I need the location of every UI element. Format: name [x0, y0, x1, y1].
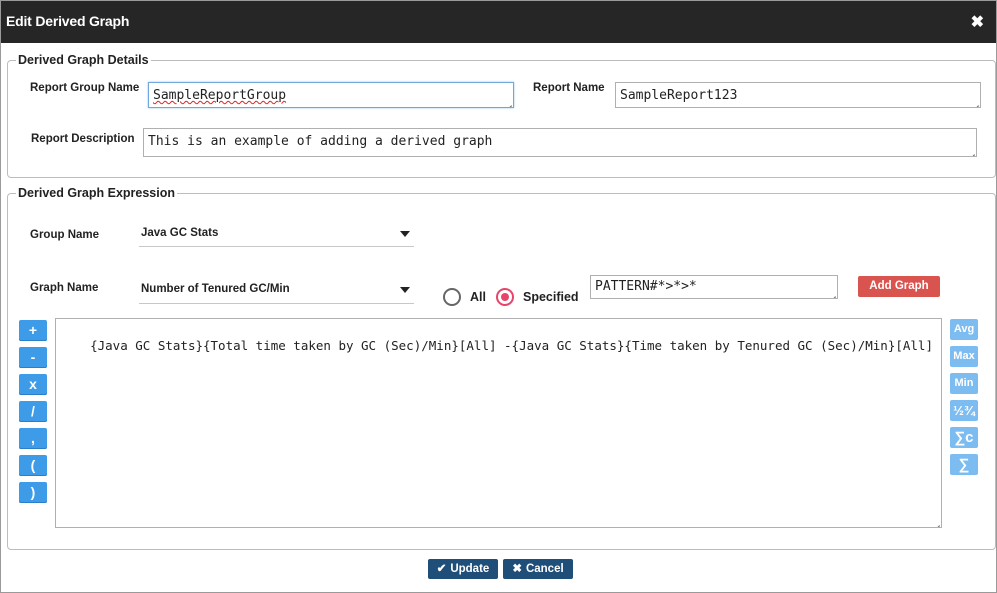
radio-all[interactable]: [443, 288, 461, 306]
operator-close-paren-button[interactable]: ): [19, 482, 47, 503]
close-icon: ✖: [512, 563, 522, 575]
expression-textarea[interactable]: {Java GC Stats}{Total time taken by GC (…: [55, 318, 942, 528]
resize-handle-icon[interactable]: [971, 98, 979, 106]
pattern-input[interactable]: PATTERN#*>*>*: [590, 275, 838, 299]
expression-text: {Java GC Stats}{Total time taken by GC (…: [90, 338, 933, 353]
cancel-button[interactable]: ✖ Cancel: [503, 559, 573, 579]
report-name-value: SampleReport123: [620, 88, 738, 103]
resize-handle-icon[interactable]: [504, 98, 512, 106]
pattern-value: PATTERN#*>*>*: [595, 279, 697, 294]
report-description-input[interactable]: This is an example of adding a derived g…: [143, 128, 977, 157]
graph-name-value: Number of Tenured GC/Min: [141, 283, 290, 295]
dialog-titlebar: Edit Derived Graph ✖: [1, 1, 996, 43]
operator-multiply-button[interactable]: x: [19, 374, 47, 395]
group-name-label: Group Name: [30, 229, 100, 241]
add-graph-button[interactable]: Add Graph: [858, 276, 940, 297]
radio-specified-label: Specified: [523, 290, 579, 304]
max-button[interactable]: Max: [950, 346, 978, 367]
resize-handle-icon[interactable]: [967, 147, 975, 155]
update-button[interactable]: ✔ Update: [428, 559, 498, 579]
update-label: Update: [450, 563, 490, 575]
operator-plus-button[interactable]: +: [19, 320, 47, 341]
operator-open-paren-button[interactable]: (: [19, 455, 47, 476]
graph-name-select[interactable]: Number of Tenured GC/Min: [139, 275, 414, 304]
chevron-down-icon: [400, 231, 410, 237]
resize-handle-icon[interactable]: [828, 289, 836, 297]
report-description-label: Report Description: [31, 133, 135, 145]
report-group-label: Report Group Name: [30, 82, 140, 94]
graph-name-label: Graph Name: [30, 282, 99, 294]
chevron-down-icon: [400, 287, 410, 293]
fraction-icon[interactable]: ½¾: [950, 400, 978, 421]
cancel-label: Cancel: [525, 563, 564, 575]
expression-legend: Derived Graph Expression: [18, 186, 176, 200]
resize-handle-icon[interactable]: [932, 518, 940, 526]
report-description-value: This is an example of adding a derived g…: [148, 134, 493, 149]
edit-derived-graph-dialog: Edit Derived Graph ✖ Derived Graph Detai…: [0, 0, 997, 593]
sum-count-icon[interactable]: ∑c: [950, 427, 978, 448]
operator-minus-button[interactable]: -: [19, 347, 47, 368]
details-legend: Derived Graph Details: [18, 53, 149, 67]
operator-divide-button[interactable]: /: [19, 401, 47, 422]
group-name-select[interactable]: Java GC Stats: [139, 219, 414, 247]
report-name-label: Report Name: [533, 82, 605, 94]
report-group-input[interactable]: SampleReportGroup: [148, 82, 514, 108]
group-name-value: Java GC Stats: [141, 227, 219, 239]
operator-comma-button[interactable]: ,: [19, 428, 47, 449]
radio-all-label: All: [470, 290, 486, 304]
radio-specified[interactable]: [496, 288, 514, 306]
close-icon[interactable]: ✖: [971, 12, 984, 32]
min-button[interactable]: Min: [950, 373, 978, 394]
report-group-value: SampleReportGroup: [153, 88, 287, 103]
report-name-input[interactable]: SampleReport123: [615, 82, 981, 108]
check-icon: ✔: [436, 563, 447, 575]
dialog-title: Edit Derived Graph: [6, 13, 130, 29]
details-section: Derived Graph Details: [7, 53, 996, 178]
sum-icon[interactable]: ∑: [950, 454, 978, 475]
avg-button[interactable]: Avg: [950, 319, 978, 340]
